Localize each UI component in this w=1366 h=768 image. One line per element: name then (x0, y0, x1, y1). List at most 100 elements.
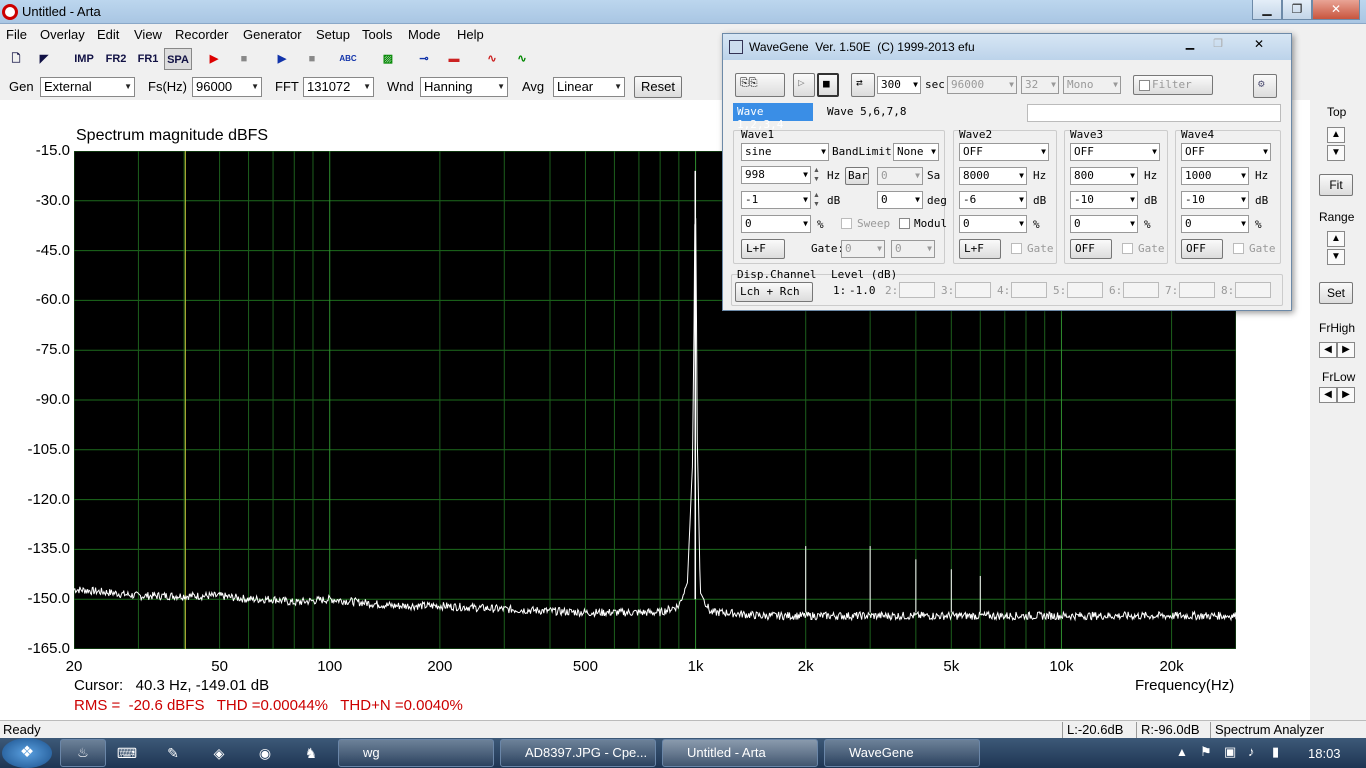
wave4-percent-input[interactable]: 0 (1181, 215, 1249, 233)
tab-wave-1-4[interactable]: Wave 1,2,3,4 (733, 103, 813, 131)
wg-close-button[interactable]: ✕ (1237, 37, 1281, 55)
tray-volume-icon[interactable]: ♪ (1248, 744, 1255, 759)
frlow-left-icon[interactable]: ◀ (1319, 387, 1337, 403)
wave2-route-select[interactable]: L+F (959, 239, 1001, 259)
gate-input-1[interactable]: 0 (841, 240, 885, 258)
wg-play-icon[interactable]: ▷ (793, 73, 815, 97)
level-channel-box[interactable] (1123, 282, 1159, 298)
taskbar-keyboard-icon[interactable]: ⌨ (110, 742, 144, 764)
wave1-phase-input[interactable]: 0 (877, 191, 923, 209)
bandlimit-select[interactable]: None (893, 143, 939, 161)
wave4-route-select[interactable]: OFF (1181, 239, 1223, 259)
menu-file[interactable]: File (6, 27, 27, 42)
wave4-level-input[interactable]: -10 (1181, 191, 1249, 209)
record-stop-icon[interactable]: ■ (232, 48, 256, 70)
close-button[interactable]: ✕ (1312, 0, 1360, 20)
taskbar-item-image[interactable]: AD8397.JPG - Сре... (500, 739, 656, 767)
wave1-freq-input[interactable]: 998 (741, 166, 811, 184)
wave3-percent-input[interactable]: 0 (1070, 215, 1138, 233)
level-channel-box[interactable] (1235, 282, 1271, 298)
window-select[interactable]: Hanning (420, 77, 508, 97)
minimize-button[interactable]: ▁ (1252, 0, 1282, 20)
taskbar-item-folder[interactable]: wg (338, 739, 494, 767)
open-file-icon[interactable]: ◤ (32, 48, 56, 70)
fit-button[interactable]: Fit (1319, 174, 1353, 196)
tray-expand-icon[interactable]: ▲ (1176, 745, 1188, 759)
wave2-percent-input[interactable]: 0 (959, 215, 1027, 233)
wave1-level-input[interactable]: -1 (741, 191, 811, 209)
menu-setup[interactable]: Setup (316, 27, 350, 42)
taskbar-fox-icon[interactable]: ♞ (294, 742, 328, 764)
new-file-icon[interactable]: 🗋 (4, 48, 28, 70)
fr2-mode-button[interactable]: FR2 (102, 48, 130, 70)
level-channel-box[interactable] (1179, 282, 1215, 298)
taskbar-chrome-icon[interactable]: ◉ (248, 742, 282, 764)
wg-duration-select[interactable]: 300 (877, 76, 921, 94)
level-channel-box[interactable] (1011, 282, 1047, 298)
wg-rate-select[interactable]: 96000 (947, 76, 1017, 94)
tray-flag-icon[interactable]: ⚑ (1200, 744, 1212, 760)
wg-loop-icon[interactable]: ⇄ (851, 73, 875, 97)
fs-select[interactable]: 96000 (192, 77, 262, 97)
modul-checkbox[interactable] (899, 218, 910, 229)
wave1-percent-input[interactable]: 0 (741, 215, 811, 233)
wave2-level-input[interactable]: -6 (959, 191, 1027, 209)
taskbar-tool-icon[interactable]: ✎ (156, 742, 190, 764)
taskbar-item-wavegene[interactable]: WaveGene (824, 739, 980, 767)
start-button-icon[interactable]: ❖ (2, 738, 52, 768)
maximize-button[interactable]: ❐ (1282, 0, 1312, 20)
wg-settings-icon[interactable]: ⚙ (1253, 74, 1277, 98)
reset-button[interactable]: Reset (634, 76, 682, 98)
top-down-icon[interactable]: ▼ (1327, 145, 1345, 161)
wave1-route-select[interactable]: L+F (741, 239, 785, 259)
wg-channels-select[interactable]: Mono (1063, 76, 1121, 94)
play-icon[interactable]: ▶ (270, 48, 294, 70)
fft-select[interactable]: 131072 (303, 77, 374, 97)
frhigh-right-icon[interactable]: ▶ (1337, 342, 1355, 358)
bar-button[interactable]: Bar (845, 167, 869, 185)
wg-save-icon[interactable]: ⎘⎘ (735, 73, 785, 97)
level-channel-box[interactable] (955, 282, 991, 298)
gate-input-2[interactable]: 0 (891, 240, 935, 258)
spa-mode-button[interactable]: SPA (164, 48, 192, 70)
abc-icon[interactable]: ABC (336, 48, 360, 70)
wave4-type-select[interactable]: OFF (1181, 143, 1271, 161)
wave1-freq-spinner-icon[interactable]: ▲ ▼ (813, 166, 823, 184)
wave4-freq-input[interactable]: 1000 (1181, 167, 1249, 185)
stop-icon[interactable]: ■ (300, 48, 324, 70)
tab-wave-5-8[interactable]: Wave 5,6,7,8 (827, 105, 906, 118)
tray-device-icon[interactable]: ▣ (1224, 744, 1236, 760)
level-channel-box[interactable] (899, 282, 935, 298)
taskbar-item-arta[interactable]: Untitled - Arta (662, 739, 818, 767)
record-play-icon[interactable]: ▶ (202, 48, 226, 70)
sweep-checkbox[interactable] (841, 218, 852, 229)
tray-network-icon[interactable]: ▮ (1272, 744, 1279, 760)
taskbar-pinned-app-icon[interactable]: ♨ (60, 739, 106, 767)
menu-recorder[interactable]: Recorder (175, 27, 228, 42)
range-up-icon[interactable]: ▲ (1327, 231, 1345, 247)
disp-channel-select[interactable]: Lch + Rch (735, 282, 813, 302)
wave3-level-input[interactable]: -10 (1070, 191, 1138, 209)
menu-mode[interactable]: Mode (408, 27, 441, 42)
range-down-icon[interactable]: ▼ (1327, 249, 1345, 265)
tray-clock[interactable]: 18:03 (1308, 746, 1341, 761)
wg-maximize-button[interactable]: ❐ (1205, 37, 1231, 55)
wg-minimize-button[interactable]: ▁ (1177, 37, 1203, 55)
gen-select[interactable]: External (40, 77, 135, 97)
wave3-type-select[interactable]: OFF (1070, 143, 1160, 161)
scope-icon[interactable]: ∿ (510, 48, 534, 70)
wave1-type-select[interactable]: sine (741, 143, 829, 161)
wg-stop-icon[interactable]: ■ (817, 73, 839, 97)
wave2-type-select[interactable]: OFF (959, 143, 1049, 161)
slider-icon[interactable]: ⊸ (412, 48, 436, 70)
colorbar-icon[interactable]: ▬ (442, 48, 466, 70)
menu-help[interactable]: Help (457, 27, 484, 42)
wave3-freq-input[interactable]: 800 (1070, 167, 1138, 185)
top-up-icon[interactable]: ▲ (1327, 127, 1345, 143)
impulse-mode-button[interactable]: IMP (70, 48, 98, 70)
menu-edit[interactable]: Edit (97, 27, 119, 42)
wg-filter-checkbox[interactable] (1139, 80, 1150, 91)
menu-generator[interactable]: Generator (243, 27, 302, 42)
wave1-sa-input[interactable]: 0 (877, 167, 923, 185)
wave4-gate-checkbox[interactable] (1233, 243, 1244, 254)
